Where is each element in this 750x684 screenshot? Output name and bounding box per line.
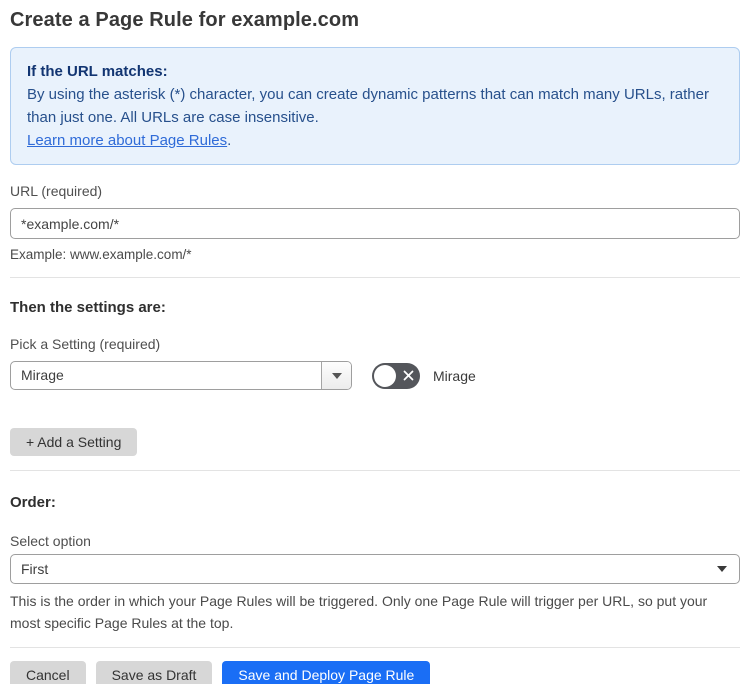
info-body-text: By using the asterisk (*) character, you… xyxy=(27,86,709,126)
cancel-button[interactable]: Cancel xyxy=(10,661,86,684)
setting-select[interactable]: Mirage xyxy=(10,361,352,390)
chevron-down-icon xyxy=(331,372,342,379)
info-heading: If the URL matches: xyxy=(27,63,168,80)
save-and-deploy-button[interactable]: Save and Deploy Page Rule xyxy=(222,661,431,684)
order-section-heading: Order: xyxy=(10,494,56,511)
url-field-label: URL (required) xyxy=(10,183,103,199)
page-rule-form: Create a Page Rule for example.com If th… xyxy=(0,0,750,684)
order-select-value: First xyxy=(21,561,49,577)
footer-actions: Cancel Save as Draft Save and Deploy Pag… xyxy=(10,661,740,684)
settings-section-heading: Then the settings are: xyxy=(10,299,166,316)
x-icon xyxy=(396,369,420,382)
chevron-down-icon xyxy=(717,566,739,572)
link-suffix: . xyxy=(227,132,232,149)
setting-row: Mirage Mirage xyxy=(10,361,740,390)
url-input[interactable] xyxy=(10,208,740,239)
url-example-helper: Example: www.example.com/* xyxy=(10,247,192,262)
save-as-draft-button[interactable]: Save as Draft xyxy=(95,661,213,684)
setting-select-arrow-button[interactable] xyxy=(321,362,351,389)
setting-select-value: Mirage xyxy=(21,367,64,383)
toggle-label: Mirage xyxy=(433,367,476,384)
order-select[interactable]: First xyxy=(10,554,740,584)
pick-setting-label: Pick a Setting (required) xyxy=(10,336,161,352)
info-link-line: Learn more about Page Rules. xyxy=(27,129,723,152)
divider xyxy=(10,647,740,648)
toggle-knob xyxy=(374,364,396,387)
select-option-label: Select option xyxy=(10,533,91,549)
add-setting-button[interactable]: + Add a Setting xyxy=(10,428,138,456)
page-title: Create a Page Rule for example.com xyxy=(10,9,360,31)
url-match-info-callout: If the URL matches: By using the asteris… xyxy=(10,47,740,165)
order-helper-text: This is the order in which your Page Rul… xyxy=(10,593,708,631)
mirage-toggle[interactable] xyxy=(372,362,420,389)
learn-more-link[interactable]: Learn more about Page Rules xyxy=(27,132,227,149)
divider xyxy=(10,470,740,471)
divider xyxy=(10,277,740,278)
